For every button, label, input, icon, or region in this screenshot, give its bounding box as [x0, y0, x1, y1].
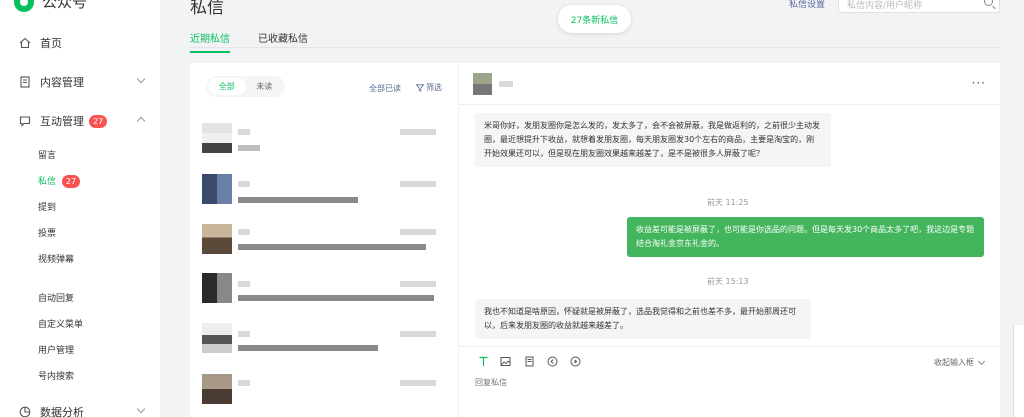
sidebar-subitem-search[interactable]: 号内搜索	[38, 369, 74, 382]
brand-name: 公众号	[42, 0, 88, 11]
redacted-name	[238, 331, 250, 337]
redacted-preview	[238, 197, 358, 203]
chat-header: ···	[459, 63, 1000, 105]
new-messages-button[interactable]: 27条新私信	[558, 5, 631, 33]
conversation-item[interactable]	[202, 273, 442, 317]
image-icon[interactable]	[499, 355, 511, 367]
redacted-time	[400, 331, 436, 337]
avatar[interactable]	[473, 73, 492, 95]
sidebar-subitem-votes[interactable]: 投票	[38, 226, 56, 239]
document-icon	[18, 76, 31, 89]
search-icon[interactable]	[984, 0, 993, 6]
incoming-message: 米哥你好，发朋友圈你是怎么发的，发太多了，会不会被屏蔽，我是做返利的，之前很少主…	[475, 113, 831, 167]
redacted-time	[400, 129, 436, 135]
message-timestamp: 前天 11:25	[707, 198, 749, 207]
conversation-item[interactable]	[202, 323, 442, 367]
avatar	[202, 224, 232, 254]
avatar	[202, 123, 232, 153]
avatar	[202, 174, 232, 204]
redacted-time	[400, 380, 436, 386]
sidebar-item-home[interactable]: 首页	[18, 35, 148, 51]
sidebar-subitem-messages[interactable]: 私信 27	[38, 174, 81, 188]
conversation-item[interactable]	[202, 174, 442, 218]
sidebar-subitem-custom-menu[interactable]: 自定义菜单	[38, 317, 83, 330]
sidebar-item-content[interactable]: 内容管理	[18, 74, 148, 90]
redacted-preview	[238, 145, 260, 151]
home-icon	[18, 37, 31, 50]
conversation-item[interactable]	[202, 374, 442, 417]
sidebar-item-label: 内容管理	[40, 76, 84, 89]
chat-panel: ··· 米哥你好，发朋友圈你是怎么发的，发太多了，会不会被屏蔽，我是做返利的，之…	[459, 63, 1000, 417]
redacted-time	[400, 181, 436, 187]
search-placeholder: 私信内容/用户昵称	[847, 1, 923, 11]
avatar	[202, 374, 232, 404]
sidebar-item-interaction[interactable]: 互动管理 27	[18, 113, 148, 129]
chevron-up-icon	[136, 116, 146, 126]
avatar	[202, 323, 232, 353]
sidebar-item-label: 互动管理	[40, 115, 84, 128]
message-timestamp: 前天 15:13	[707, 277, 749, 286]
chevron-down-icon	[136, 404, 146, 414]
sidebar: 公众号 首页 内容管理 互动管理 27 留言 私信 27 提到 投票 视频弹幕 …	[0, 0, 160, 417]
redacted-preview	[238, 345, 378, 351]
sidebar-subitem-comments[interactable]: 留言	[38, 148, 56, 161]
sidebar-item-label: 首页	[40, 37, 62, 50]
tab-bar: 近期私信 已收藏私信	[190, 30, 336, 53]
funnel-icon	[416, 83, 424, 92]
conversation-list: 全部 未读 全部已读 筛选	[190, 63, 458, 417]
more-options-icon[interactable]: ···	[972, 76, 986, 90]
wechat-logo-icon	[14, 0, 34, 12]
sidebar-subitem-label: 私信	[38, 177, 57, 187]
search-input[interactable]: 私信内容/用户昵称	[838, 0, 1000, 13]
sidebar-item-analytics[interactable]: 数据分析	[18, 404, 148, 417]
audio-icon[interactable]	[546, 355, 558, 367]
page-title: 私信	[190, 0, 224, 18]
chat-icon	[18, 115, 31, 128]
text-icon[interactable]	[477, 355, 489, 367]
unread-badge: 27	[89, 114, 108, 128]
redacted-name	[238, 181, 250, 187]
redacted-time	[400, 281, 436, 287]
redacted-time	[400, 229, 436, 235]
redacted-contact-name	[499, 81, 513, 87]
redacted-name	[238, 129, 250, 135]
sidebar-subitem-danmaku[interactable]: 视频弹幕	[38, 252, 74, 265]
article-icon[interactable]	[523, 355, 535, 367]
filter-label: 筛选	[426, 83, 442, 92]
tab-recent[interactable]: 近期私信	[190, 30, 230, 53]
sidebar-item-label: 数据分析	[40, 406, 84, 417]
side-scroll-handle[interactable]	[1013, 325, 1024, 417]
conversation-item[interactable]	[202, 123, 442, 167]
tabs-divider	[190, 47, 1000, 48]
unread-badge: 27	[61, 175, 81, 188]
redacted-preview	[238, 244, 426, 250]
filter-all-button[interactable]: 全部	[208, 78, 246, 95]
brand[interactable]: 公众号	[14, 0, 87, 12]
redacted-name	[238, 380, 250, 386]
conversation-item[interactable]	[202, 224, 442, 268]
message-settings-link[interactable]: 私信设置	[789, 0, 825, 10]
reply-composer: 收起输入框	[459, 346, 1000, 417]
mark-all-read-button[interactable]: 全部已读	[369, 83, 401, 94]
chevron-down-icon	[136, 74, 146, 84]
collapse-composer-button[interactable]: 收起输入框	[934, 357, 974, 368]
outgoing-message: 收益差可能是被屏蔽了，也可能是你选品的问题。但是每天发30个商品太多了吧，我这边…	[627, 217, 984, 257]
redacted-name	[238, 229, 250, 235]
redacted-preview	[238, 295, 434, 301]
avatar	[202, 273, 232, 303]
sidebar-subitem-mentions[interactable]: 提到	[38, 200, 56, 213]
filter-unread-button[interactable]: 未读	[246, 78, 284, 95]
read-filter-toggle: 全部 未读	[206, 76, 285, 97]
tab-starred[interactable]: 已收藏私信	[258, 30, 308, 53]
sidebar-subitem-auto-reply[interactable]: 自动回复	[38, 291, 74, 304]
sidebar-subitem-users[interactable]: 用户管理	[38, 343, 74, 356]
incoming-message: 我也不知道是啥原因，怀疑就是被屏蔽了，选品我觉得和之前也差不多，最开始那周还可以…	[475, 299, 811, 339]
reply-input[interactable]	[475, 378, 875, 387]
video-icon[interactable]	[569, 355, 581, 367]
redacted-name	[238, 281, 250, 287]
pie-chart-icon	[18, 406, 31, 417]
filter-button[interactable]: 筛选	[416, 82, 442, 93]
